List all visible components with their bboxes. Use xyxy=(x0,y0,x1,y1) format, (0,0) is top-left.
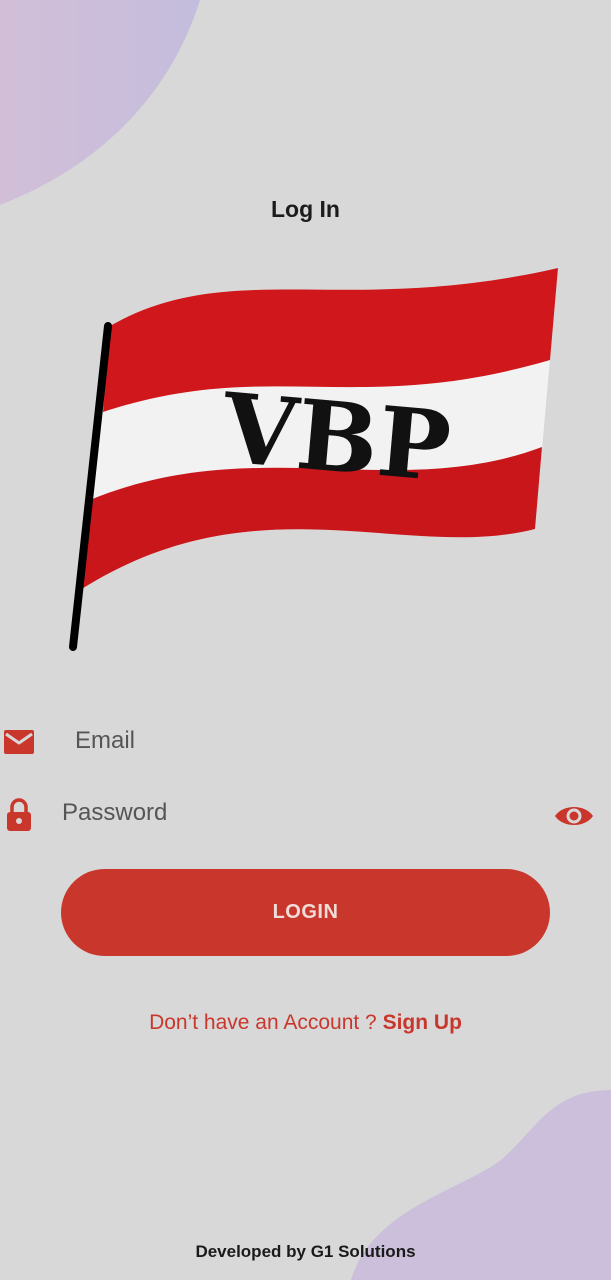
eye-icon[interactable] xyxy=(553,801,595,831)
footer-credit: Developed by G1 Solutions xyxy=(195,1242,416,1261)
login-button[interactable]: LOGIN xyxy=(61,869,550,956)
lock-icon xyxy=(7,798,31,831)
signup-prompt-text: Don’t have an Account ? xyxy=(149,1011,377,1034)
password-field-row xyxy=(0,788,611,838)
email-field-row xyxy=(0,716,611,766)
mail-icon xyxy=(4,730,34,754)
logo-text: VBP xyxy=(217,371,455,504)
vbp-flag-logo: VBP xyxy=(69,268,558,651)
signup-prompt-row: Don’t have an Account ? Sign Up xyxy=(0,1011,611,1035)
password-input[interactable] xyxy=(62,788,532,838)
decorative-blob-top xyxy=(0,0,200,205)
email-input[interactable] xyxy=(75,716,545,766)
page-title: Log In xyxy=(271,196,340,222)
signup-link[interactable]: Sign Up xyxy=(383,1011,462,1034)
